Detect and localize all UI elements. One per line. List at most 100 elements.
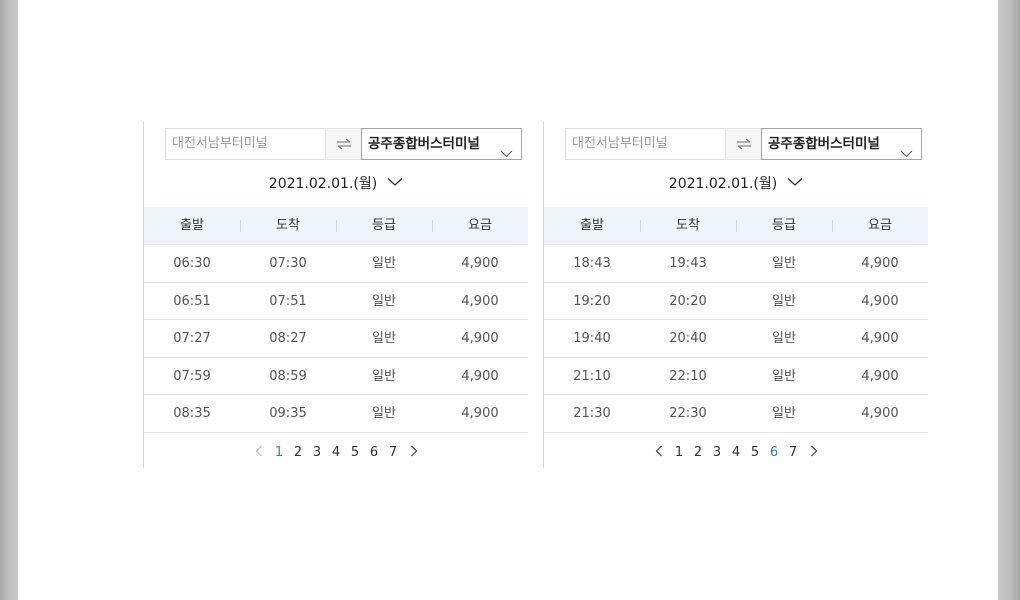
route-selector: 대전서남부터미널 공주종합버스터미널 (165, 128, 522, 160)
bus-grade: 일반 (372, 293, 396, 309)
arrival-time: 07:51 (269, 293, 307, 309)
fare: 4,900 (461, 368, 499, 384)
column-header-arrival: 도착 (640, 207, 736, 244)
swap-arrows-icon (736, 135, 752, 154)
fare: 4,900 (461, 406, 499, 422)
prev-page-button[interactable] (248, 443, 270, 463)
page-7-button[interactable]: 7 (384, 443, 403, 463)
table-row[interactable]: 08:35 09:35 일반 4,900 (144, 395, 528, 433)
departure-time: 21:30 (573, 406, 611, 422)
date-selector[interactable]: 2021.02.01.(월) (544, 173, 928, 195)
date-selector[interactable]: 2021.02.01.(월) (144, 173, 528, 195)
fare: 4,900 (861, 368, 899, 384)
table-row[interactable]: 06:51 07:51 일반 4,900 (144, 283, 528, 321)
selected-date: 2021.02.01.(월) (268, 176, 378, 192)
bus-grade: 일반 (772, 331, 796, 347)
arrival-terminal-select[interactable]: 공주종합버스터미널 (361, 128, 522, 160)
chevron-down-icon (787, 175, 803, 191)
departure-time: 19:20 (573, 293, 611, 309)
column-header-fare: 요금 (832, 207, 928, 244)
bus-grade: 일반 (372, 368, 396, 384)
bus-grade: 일반 (372, 256, 396, 271)
timetable-rows: 18:43 19:43 일반 4,900 19:20 20:20 일반 4,90… (544, 245, 928, 433)
swap-terminals-button[interactable] (325, 128, 361, 160)
timetable-rows: 06:30 07:30 일반 4,900 06:51 07:51 일반 4,90… (144, 245, 528, 433)
next-page-button[interactable] (403, 443, 425, 463)
page-6-button[interactable]: 6 (365, 443, 384, 463)
timetable-panel-2: 대전서남부터미널 공주종합버스터미널 2021.02.01.(월) 출발 도착 … (543, 121, 928, 468)
departure-time: 07:59 (173, 368, 211, 384)
chevron-down-icon (500, 139, 513, 169)
arrival-time: 19:43 (669, 256, 707, 271)
bus-grade: 일반 (772, 256, 796, 271)
table-row[interactable]: 21:30 22:30 일반 4,900 (544, 395, 928, 433)
chevron-left-icon (255, 445, 263, 461)
table-row[interactable]: 21:10 22:10 일반 4,900 (544, 358, 928, 396)
page-3-button[interactable]: 3 (708, 443, 727, 463)
chevron-right-icon (810, 445, 818, 461)
departure-time: 06:51 (173, 293, 211, 309)
departure-terminal-field[interactable]: 대전서남부터미널 (565, 128, 725, 160)
departure-time: 08:35 (173, 406, 211, 422)
column-header-departure: 출발 (580, 218, 604, 233)
fare: 4,900 (461, 256, 499, 271)
departure-terminal-field[interactable]: 대전서남부터미널 (165, 128, 325, 160)
chevron-right-icon (410, 445, 418, 461)
arrival-terminal-select[interactable]: 공주종합버스터미널 (761, 128, 922, 160)
departure-time: 18:43 (573, 256, 611, 271)
prev-page-button[interactable] (648, 443, 670, 463)
table-row[interactable]: 18:43 19:43 일반 4,900 (544, 245, 928, 283)
arrival-time: 22:10 (669, 368, 707, 384)
fare: 4,900 (861, 293, 899, 309)
arrival-time: 07:30 (269, 256, 307, 271)
page-1-button[interactable]: 1 (670, 443, 689, 463)
table-row[interactable]: 07:27 08:27 일반 4,900 (144, 320, 528, 358)
page-1-button[interactable]: 1 (270, 443, 289, 463)
page-7-button[interactable]: 7 (784, 443, 803, 463)
column-header-departure: 출발 (180, 218, 204, 233)
arrival-time: 08:59 (269, 368, 307, 384)
table-row[interactable]: 19:20 20:20 일반 4,900 (544, 283, 928, 321)
arrival-terminal-value: 공주종합버스터미널 (368, 136, 480, 152)
arrival-time: 22:30 (669, 406, 707, 422)
page-2-button[interactable]: 2 (289, 443, 308, 463)
next-page-button[interactable] (803, 443, 825, 463)
fare: 4,900 (461, 293, 499, 309)
column-header-grade: 등급 (336, 207, 432, 244)
fare: 4,900 (861, 331, 899, 347)
bus-grade: 일반 (372, 331, 396, 347)
fare: 4,900 (461, 331, 499, 347)
pagination: 1 2 3 4 5 6 7 (144, 443, 528, 463)
page-4-button[interactable]: 4 (327, 443, 346, 463)
bus-grade: 일반 (772, 293, 796, 309)
page-4-button[interactable]: 4 (727, 443, 746, 463)
arrival-time: 20:40 (669, 331, 707, 347)
selected-date: 2021.02.01.(월) (668, 176, 778, 192)
chevron-down-icon (387, 175, 403, 191)
pagination: 1 2 3 4 5 6 7 (544, 443, 928, 463)
page-5-button[interactable]: 5 (346, 443, 365, 463)
departure-time: 06:30 (173, 256, 211, 271)
column-header-arrival: 도착 (240, 207, 336, 244)
page-6-button[interactable]: 6 (765, 443, 784, 463)
chevron-down-icon (900, 139, 913, 169)
fare: 4,900 (861, 256, 899, 271)
bus-grade: 일반 (772, 406, 796, 422)
bus-grade: 일반 (372, 406, 396, 422)
column-header-fare: 요금 (432, 207, 528, 244)
arrival-time: 20:20 (669, 293, 707, 309)
table-row[interactable]: 06:30 07:30 일반 4,900 (144, 245, 528, 283)
fare: 4,900 (861, 406, 899, 422)
page-3-button[interactable]: 3 (308, 443, 327, 463)
table-row[interactable]: 19:40 20:40 일반 4,900 (544, 320, 928, 358)
arrival-time: 08:27 (269, 331, 307, 347)
swap-terminals-button[interactable] (725, 128, 761, 160)
page-2-button[interactable]: 2 (689, 443, 708, 463)
page-5-button[interactable]: 5 (746, 443, 765, 463)
table-row[interactable]: 07:59 08:59 일반 4,900 (144, 358, 528, 396)
departure-time: 21:10 (573, 368, 611, 384)
column-header-grade: 등급 (736, 207, 832, 244)
table-header: 출발 도착 등급 요금 (144, 207, 528, 245)
bus-grade: 일반 (772, 368, 796, 384)
table-header: 출발 도착 등급 요금 (544, 207, 928, 245)
